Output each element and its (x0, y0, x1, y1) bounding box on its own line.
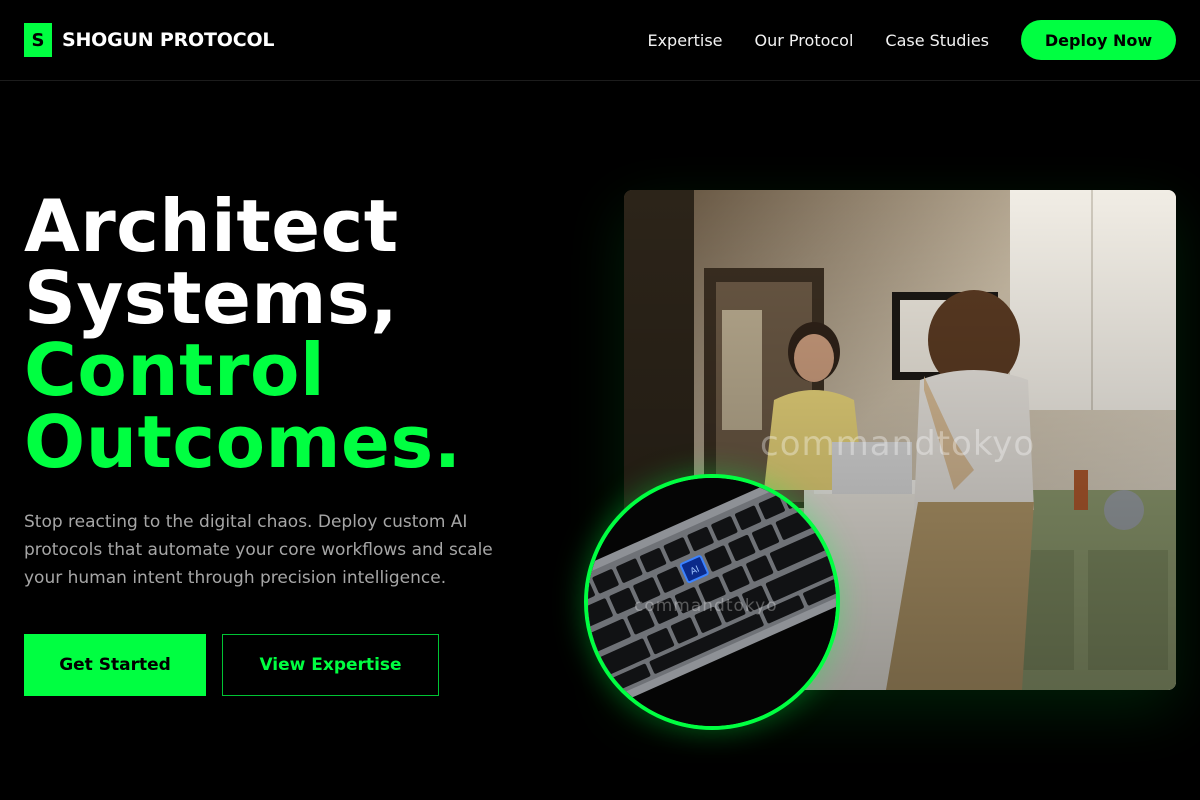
hero-content: Architect Systems, Control Outcomes. Sto… (24, 190, 584, 696)
keyboard-inset-image: AI commandtokyo (584, 474, 840, 730)
brand[interactable]: S SHOGUN PROTOCOL (24, 23, 275, 57)
get-started-button[interactable]: Get Started (24, 634, 206, 696)
main-nav: Expertise Our Protocol Case Studies Depl… (647, 20, 1176, 60)
inset-watermark: commandtokyo (634, 596, 778, 616)
photo-watermark: commandtokyo (760, 424, 1036, 464)
hero-description: Stop reacting to the digital chaos. Depl… (24, 512, 493, 588)
brand-logo-icon: S (24, 23, 52, 57)
brand-name: SHOGUN PROTOCOL (62, 29, 275, 51)
headline-line-control: Control (24, 328, 326, 412)
headline-line-architect: Architect (24, 184, 399, 268)
nav-link-our-protocol[interactable]: Our Protocol (755, 31, 854, 50)
hero-cta-group: Get Started View Expertise (24, 634, 584, 696)
hero-headline: Architect Systems, Control Outcomes. (24, 190, 584, 478)
view-expertise-button[interactable]: View Expertise (222, 634, 439, 696)
deploy-now-button[interactable]: Deploy Now (1021, 20, 1176, 60)
nav-link-case-studies[interactable]: Case Studies (885, 31, 989, 50)
top-navbar: S SHOGUN PROTOCOL Expertise Our Protocol… (0, 0, 1200, 81)
nav-link-expertise[interactable]: Expertise (647, 31, 722, 50)
headline-line-systems: Systems, (24, 256, 399, 340)
headline-line-outcomes: Outcomes. (24, 400, 462, 484)
